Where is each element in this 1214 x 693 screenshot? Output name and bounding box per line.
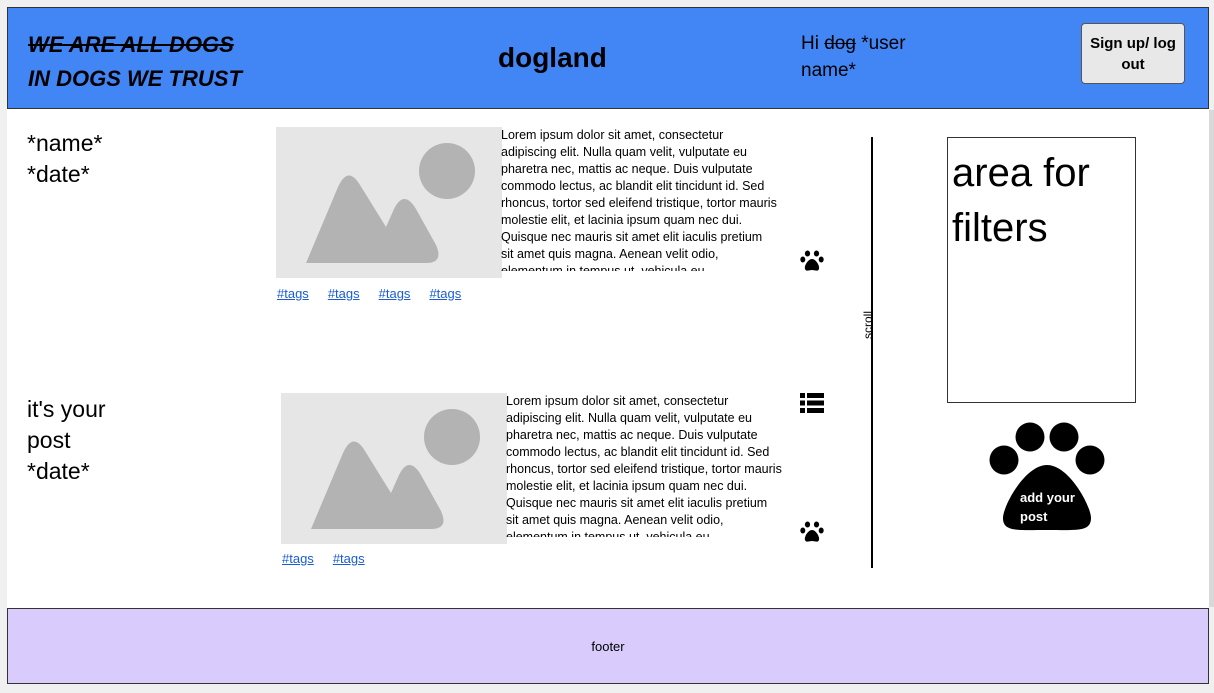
- footer-label: footer: [591, 638, 625, 654]
- signup-logout-button[interactable]: Sign up/ log out: [1081, 23, 1185, 84]
- feed-scrollbar[interactable]: [871, 137, 873, 568]
- slogan-struck: WE ARE ALL DOGS: [28, 32, 234, 57]
- page-scrollbar[interactable]: [1209, 110, 1214, 607]
- post-image-placeholder: [281, 393, 507, 544]
- slogan: WE ARE ALL DOGS IN DOGS WE TRUST: [28, 28, 262, 96]
- post-author: it's your: [27, 396, 106, 422]
- add-post-label: add your post: [1020, 490, 1075, 524]
- filters-label: area for filters: [952, 151, 1090, 250]
- post-image-placeholder: [276, 127, 502, 278]
- post-body: Lorem ipsum dolor sit amet, consectetur …: [501, 128, 777, 271]
- image-placeholder-icon: [306, 143, 475, 263]
- post-tags: #tags #tags: [282, 551, 365, 566]
- post-body: Lorem ipsum dolor sit amet, consectetur …: [506, 394, 782, 537]
- post-date: *date*: [27, 161, 90, 187]
- site-title: dogland: [498, 42, 607, 73]
- list-menu-icon[interactable]: [800, 393, 824, 413]
- filters-area[interactable]: area for filters: [947, 137, 1136, 403]
- user-greeting: Hi dog *user name*: [801, 30, 921, 84]
- add-post-button[interactable]: add your post: [987, 420, 1107, 535]
- site-footer: footer: [7, 608, 1209, 684]
- tag-link[interactable]: #tags: [379, 286, 411, 301]
- post-2-meta: it's your post *date*: [27, 394, 106, 487]
- post-author: *name*: [27, 130, 103, 156]
- paw-icon[interactable]: [800, 249, 824, 273]
- scroll-label: scroll: [861, 311, 875, 340]
- tag-link[interactable]: #tags: [429, 286, 461, 301]
- image-placeholder-icon: [311, 409, 480, 529]
- paw-icon[interactable]: [800, 520, 824, 544]
- post-date: *date*: [27, 458, 90, 484]
- post-tags: #tags #tags #tags #tags: [277, 286, 461, 301]
- slogan-main: IN DOGS WE TRUST: [28, 66, 242, 91]
- tag-link[interactable]: #tags: [282, 551, 314, 566]
- greeting-dog: dog: [824, 33, 856, 54]
- greeting-hi: Hi: [801, 33, 819, 54]
- tag-link[interactable]: #tags: [328, 286, 360, 301]
- tag-link[interactable]: #tags: [333, 551, 365, 566]
- post-1-meta: *name* *date*: [27, 128, 102, 190]
- post-author: post: [27, 427, 71, 453]
- tag-link[interactable]: #tags: [277, 286, 309, 301]
- site-header: WE ARE ALL DOGS IN DOGS WE TRUST dogland…: [7, 7, 1209, 109]
